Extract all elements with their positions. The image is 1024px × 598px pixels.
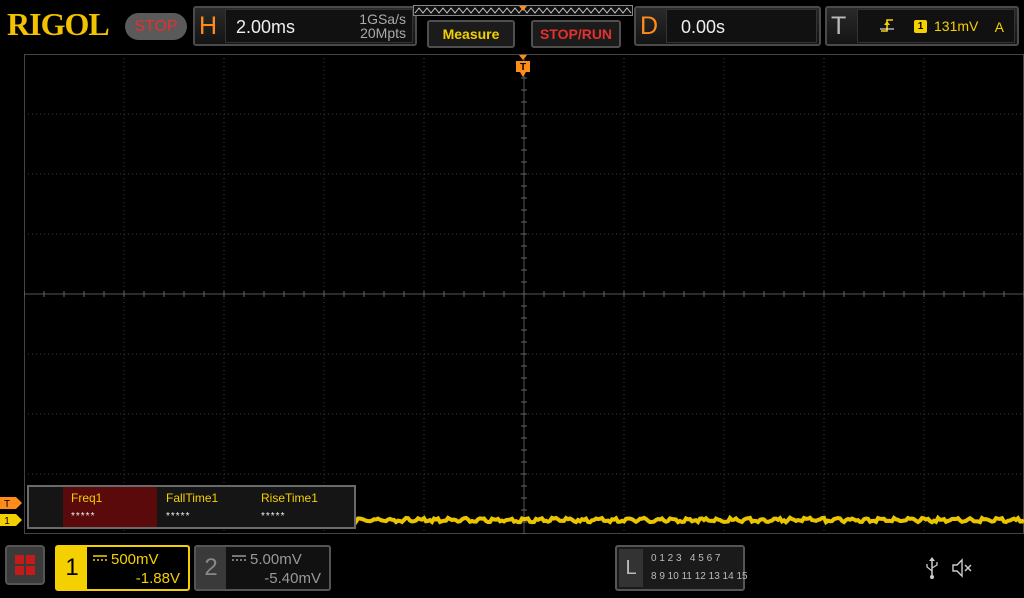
trigger-mode: A	[994, 19, 1004, 35]
logic-analyzer-label: L	[619, 549, 643, 587]
dc-coupling-icon	[232, 555, 246, 561]
digital-channels-row1: 0 1 2 3 4 5 6 7	[651, 553, 721, 564]
measurement-risetime1[interactable]: RiseTime1 *****	[253, 487, 347, 527]
channel1-scale: 500mV	[111, 551, 159, 568]
horizontal-panel[interactable]: H 2.00ms 1GSa/s 20Mpts	[193, 6, 417, 46]
delay-value: 0.00s	[681, 17, 726, 37]
brand-logo: RIGOL	[7, 6, 110, 42]
grid-square-icon	[15, 566, 24, 575]
trigger-info: 1 131mV A	[857, 9, 1015, 43]
measurement-value: *****	[71, 511, 96, 522]
stop-run-button[interactable]: STOP/RUN	[531, 20, 621, 48]
trigger-panel[interactable]: T 1 131mV A	[825, 6, 1019, 46]
rising-edge-icon	[880, 19, 894, 32]
measurement-label: Freq1	[71, 491, 103, 505]
usb-icon	[926, 557, 938, 579]
delay-panel[interactable]: D 0.00s	[634, 6, 821, 46]
memory-depth: 20Mpts	[360, 25, 406, 41]
measurement-value: *****	[166, 511, 191, 522]
measure-button[interactable]: Measure	[427, 20, 515, 48]
horizontal-label: H	[199, 12, 218, 40]
mute-icon[interactable]	[951, 558, 973, 578]
channel1-waveform	[352, 514, 1024, 526]
channel1-panel[interactable]: 1 500mV -1.88V	[55, 545, 190, 591]
channel1-offset: -1.88V	[135, 570, 180, 587]
measurement-falltime1[interactable]: FallTime1 *****	[158, 487, 252, 527]
channel2-offset: -5.40mV	[264, 570, 321, 587]
measurement-results-panel[interactable]: Freq1 ***** FallTime1 ***** RiseTime1 **…	[27, 485, 356, 529]
channel1-marker-label: 1	[4, 516, 10, 526]
memory-overview-strip	[413, 5, 633, 16]
channel2-scale: 5.00mV	[250, 551, 302, 568]
horizontal-info: 2.00ms 1GSa/s 20Mpts	[225, 9, 413, 43]
trigger-position-label: T	[520, 62, 526, 73]
delay-info: 0.00s	[666, 9, 817, 43]
bottom-bar: 1 500mV -1.88V 2 5.00mV -5.40mV L 0 1 2 …	[0, 540, 1024, 598]
waveform-display[interactable]	[24, 54, 1024, 534]
sample-rate: 1GSa/s	[359, 11, 406, 27]
trigger-position-marker[interactable]: T	[516, 55, 530, 77]
digital-channels-row2: 8 9 10 11 12 13 14 15	[651, 571, 748, 582]
trigger-level-marker-label: T	[4, 499, 10, 509]
trigger-label: T	[831, 12, 847, 40]
measurement-label: FallTime1	[166, 491, 219, 505]
top-bar: RIGOL STOP H 2.00ms 1GSa/s 20Mpts Measur…	[0, 0, 1024, 52]
measurement-label: RiseTime1	[261, 491, 318, 505]
measurement-freq1[interactable]: Freq1 *****	[63, 487, 157, 527]
dc-coupling-icon	[93, 555, 107, 561]
channel1-number: 1	[57, 547, 87, 589]
channel2-number: 2	[196, 547, 226, 589]
trigger-level-value: 131mV	[934, 18, 979, 34]
channel2-panel[interactable]: 2 5.00mV -5.40mV	[194, 545, 331, 591]
channel1-offset-marker[interactable]: 1	[0, 514, 22, 526]
graticule	[24, 54, 1024, 534]
delay-label: D	[640, 12, 659, 40]
run-state-badge: STOP	[125, 13, 187, 40]
grid-square-icon	[15, 555, 24, 564]
timebase-value: 2.00ms	[236, 17, 296, 37]
trigger-source-badge: 1	[914, 20, 927, 33]
measurement-value: *****	[261, 511, 286, 522]
logic-analyzer-panel[interactable]: L 0 1 2 3 4 5 6 7 8 9 10 11 12 13 14 15	[615, 545, 748, 591]
acquisition-info: 1GSa/s 20Mpts	[359, 12, 406, 40]
grid-square-icon	[26, 555, 35, 564]
grid-square-icon	[26, 566, 35, 575]
trigger-level-marker[interactable]: T	[0, 497, 22, 509]
home-menu-button[interactable]	[5, 545, 45, 585]
